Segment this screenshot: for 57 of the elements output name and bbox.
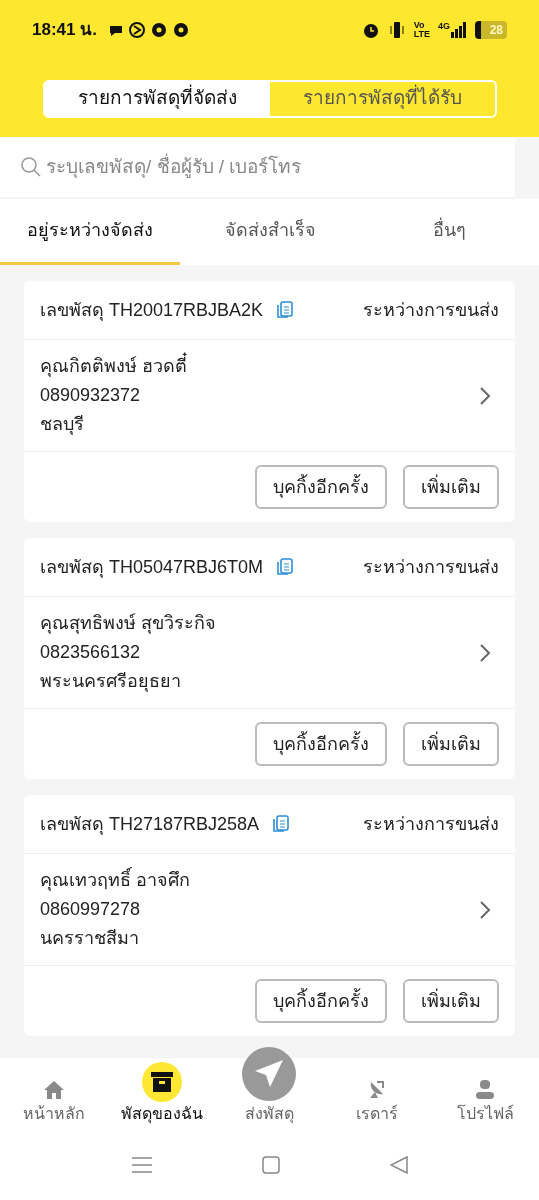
shipping-status: ระหว่างการขนส่ง <box>363 298 499 322</box>
shipping-status: ระหว่างการขนส่ง <box>363 812 499 836</box>
nav-item[interactable]: เรดาร์ <box>323 1044 432 1130</box>
recipient-province: พระนครศรีอยุธยา <box>40 670 182 694</box>
send-icon <box>241 1046 298 1102</box>
recipient-name: คุณกิตติพงษ์ ฮวดตี๋ <box>40 352 187 381</box>
chevron-right-icon <box>479 642 491 663</box>
vibrate-icon <box>387 21 406 39</box>
recipient-phone: 0860997278 <box>40 898 142 921</box>
menu-icon[interactable] <box>131 1156 152 1174</box>
recipient-province: นครราชสีมา <box>40 927 140 950</box>
recipient-row[interactable]: คุณสุทธิพงษ์ สุขวิระกิจ 0823566132 พระนครศรีอยุธยา <box>24 597 515 709</box>
play-circle-icon <box>128 22 145 38</box>
recipient-row[interactable]: คุณกิตติพงษ์ ฮวดตี๋ 0890932372 ชลบุรี <box>24 340 515 452</box>
tracking-number: เลขพัสดุ TH27187RBJ258A <box>40 812 260 837</box>
card-action-button[interactable]: บุคกิ้งอีกครั้ง <box>255 722 387 766</box>
copy-icon[interactable] <box>271 814 292 834</box>
status-tab[interactable]: อยู่ระหว่างจัดส่ง <box>0 199 180 265</box>
nav-item[interactable]: หน้าหลัก <box>0 1044 108 1130</box>
home-button-icon[interactable] <box>261 1156 280 1174</box>
ball-icon <box>150 22 167 38</box>
search-field[interactable]: ระบุเลขพัสดุ/ ชื่อผู้รับ / เบอร์โทร <box>46 152 495 182</box>
recipient-name: คุณสุทธิพงษ์ สุขวิระกิจ <box>40 612 216 636</box>
status-time: 18:41 น. <box>32 19 97 42</box>
card-action-button[interactable]: บุคกิ้งอีกครั้ง <box>255 979 387 1023</box>
card-action-button[interactable]: บุคกิ้งอีกครั้ง <box>255 465 387 509</box>
shipping-status: ระหว่างการขนส่ง <box>363 555 499 579</box>
signal-icon <box>451 22 467 38</box>
ball-icon <box>172 22 189 38</box>
status-tab[interactable]: จัดส่งสำเร็จ <box>180 199 360 265</box>
recipient-phone: 0823566132 <box>40 641 142 664</box>
tracking-number: เลขพัสดุ TH20017RBJBA2K <box>40 298 264 323</box>
volte-icon: Vo LTE <box>413 21 430 39</box>
card-action-button[interactable]: เพิ่มเติม <box>403 465 499 509</box>
search-bar[interactable]: ระบุเลขพัสดุ/ ชื่อผู้รับ / เบอร์โทร <box>0 137 515 197</box>
chevron-right-icon <box>479 385 491 406</box>
recipient-province: ชลบุรี <box>40 413 85 437</box>
back-icon[interactable] <box>389 1156 408 1174</box>
tracking-number: เลขพัสดุ TH05047RBJ6T0M <box>40 555 264 580</box>
battery-indicator: 28 <box>475 21 507 39</box>
network-label: 4G <box>438 22 450 31</box>
search-icon <box>20 156 42 178</box>
chevron-right-icon <box>479 899 491 920</box>
recipient-phone: 0890932372 <box>40 384 142 407</box>
alarm-icon <box>361 21 380 39</box>
copy-icon[interactable] <box>275 300 296 320</box>
card-action-button[interactable]: เพิ่มเติม <box>403 722 499 766</box>
recipient-row[interactable]: คุณเทวฤทธิ์ อาจศึก 0860997278 นครราชสีมา <box>24 854 515 966</box>
nav-item[interactable]: พัสดุของฉัน <box>107 1044 216 1130</box>
chat-icon <box>108 23 123 37</box>
segment-tab[interactable]: รายการพัสดุที่จัดส่ง <box>44 81 270 116</box>
copy-icon[interactable] <box>275 557 296 577</box>
card-action-button[interactable]: เพิ่มเติม <box>403 979 499 1023</box>
status-tab[interactable]: อื่นๆ <box>360 199 539 265</box>
nav-item[interactable]: ส่งพัสดุ <box>215 1044 324 1130</box>
nav-item[interactable]: โปรไฟล์ <box>431 1044 539 1130</box>
recipient-name: คุณเทวฤทธิ์ อาจศึก <box>40 866 190 895</box>
